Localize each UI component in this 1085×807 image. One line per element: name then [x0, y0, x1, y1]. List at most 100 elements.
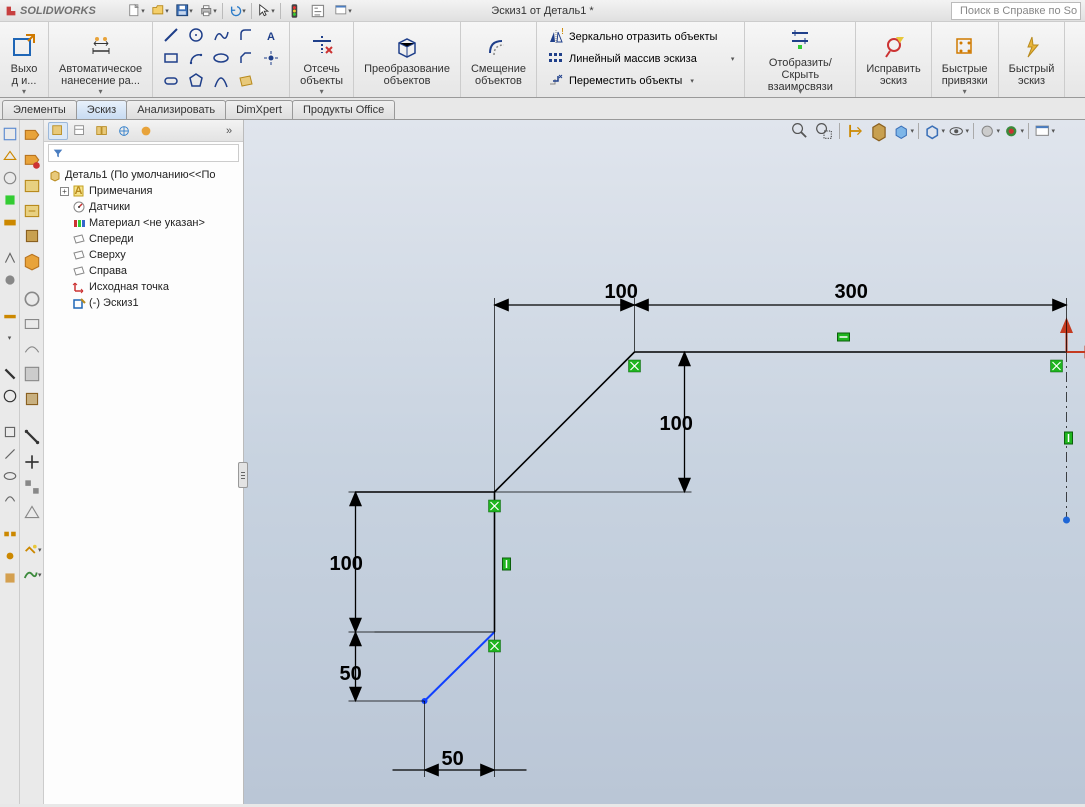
offset-entities-button[interactable]: Смещение объектов	[467, 24, 530, 95]
options-button[interactable]	[309, 2, 329, 20]
expand-icon[interactable]: +	[60, 187, 69, 196]
fm-tab-property[interactable]	[70, 122, 90, 140]
repair-sketch-button[interactable]: Исправить эскиз	[862, 24, 924, 95]
fm-tab-dimxpert[interactable]	[114, 122, 134, 140]
tab-features[interactable]: Элементы	[2, 100, 77, 119]
ellipse-tool[interactable]	[209, 47, 233, 69]
undo-button[interactable]: ▾	[227, 2, 247, 20]
tb1-btn-18[interactable]	[2, 570, 18, 586]
tree-root[interactable]: Деталь1 (По умолчанию<<По	[46, 167, 241, 183]
plane-tool[interactable]	[234, 70, 258, 92]
dim-50-horiz[interactable]: 50	[442, 748, 464, 770]
dim-100-left[interactable]: 100	[330, 553, 363, 575]
fm-tab-config[interactable]	[92, 122, 112, 140]
text-tool[interactable]: A	[259, 24, 283, 46]
tab-sketch[interactable]: Эскиз	[76, 100, 127, 119]
tab-office[interactable]: Продукты Office	[292, 100, 395, 119]
tb1-btn-10[interactable]	[2, 366, 18, 382]
tb2-btn-16[interactable]: ▾	[22, 540, 42, 560]
tb1-btn-13[interactable]	[2, 446, 18, 462]
tb1-btn-6[interactable]	[2, 250, 18, 266]
tb2-btn-9[interactable]	[22, 339, 42, 359]
tree-item-origin[interactable]: Исходная точка	[46, 279, 241, 295]
tree-item-material[interactable]: Материал <не указан>	[46, 215, 241, 231]
tb2-btn-5[interactable]	[22, 226, 42, 246]
fillet-tool[interactable]	[234, 24, 258, 46]
linear-pattern-button[interactable]: Линейный массив эскиза ▾	[545, 48, 736, 70]
rapid-sketch-button[interactable]: Быстрый эскиз	[1005, 24, 1059, 95]
tb2-btn-14[interactable]	[22, 477, 42, 497]
tree-item-top[interactable]: Сверху	[46, 247, 241, 263]
tab-dimxpert[interactable]: DimXpert	[225, 100, 293, 119]
rebuild-button[interactable]	[285, 2, 305, 20]
trim-entities-button[interactable]: Отсечь объекты	[296, 24, 347, 95]
tree-item-notes[interactable]: + A Примечания	[46, 183, 241, 199]
tb2-btn-12[interactable]	[22, 427, 42, 447]
tb1-btn-11[interactable]	[2, 388, 18, 404]
tb2-btn-2[interactable]	[22, 151, 42, 171]
tree-item-sensors[interactable]: Датчики	[46, 199, 241, 215]
tb2-btn-4[interactable]	[22, 201, 42, 221]
fm-tab-tree[interactable]	[48, 122, 68, 140]
slot-tool[interactable]	[159, 70, 183, 92]
fm-filter-input[interactable]	[48, 144, 239, 162]
convert-entities-button[interactable]: Преобразование объектов	[360, 24, 454, 95]
tb2-btn-13[interactable]	[22, 452, 42, 472]
tb2-btn-11[interactable]	[22, 389, 42, 409]
save-button[interactable]: ▾	[174, 2, 194, 20]
tb2-btn-3[interactable]	[22, 176, 42, 196]
tb2-btn-8[interactable]	[22, 314, 42, 334]
tb1-btn-12[interactable]	[2, 424, 18, 440]
window-button[interactable]: ▾	[333, 2, 353, 20]
tb1-btn-17[interactable]	[2, 548, 18, 564]
line-tool[interactable]	[159, 24, 183, 46]
dim-50-vert[interactable]: 50	[340, 663, 362, 685]
mirror-button[interactable]: ! Зеркально отразить объекты	[545, 26, 719, 48]
dim-100-right[interactable]: 100	[660, 413, 693, 435]
exit-sketch-button[interactable]: Выхо д и...	[6, 24, 42, 95]
tree-item-right[interactable]: Справа	[46, 263, 241, 279]
tb1-btn-3[interactable]	[2, 170, 18, 186]
parabola-tool[interactable]	[209, 70, 233, 92]
circle-tool[interactable]	[184, 24, 208, 46]
fm-tab-display[interactable]	[136, 122, 156, 140]
spline-tool[interactable]	[209, 24, 233, 46]
show-hide-relations-button[interactable]: Отобразить/Скрыть взаимосвязи	[751, 24, 849, 95]
fm-tab-expand[interactable]: »	[219, 122, 239, 140]
tb1-btn-9[interactable]: ▾	[2, 330, 18, 346]
select-button[interactable]: ▾	[256, 2, 276, 20]
tab-evaluate[interactable]: Анализировать	[126, 100, 226, 119]
tb2-btn-1[interactable]	[22, 126, 42, 146]
tree-item-front[interactable]: Спереди	[46, 231, 241, 247]
tb1-btn-14[interactable]	[2, 468, 18, 484]
tb2-btn-7[interactable]	[22, 289, 42, 309]
tb2-btn-10[interactable]	[22, 364, 42, 384]
tb1-btn-1[interactable]	[2, 126, 18, 142]
quick-snaps-button[interactable]: Быстрые привязки	[938, 24, 992, 95]
help-search-box[interactable]: ? Поиск в Справке по So	[951, 2, 1081, 20]
graphics-area[interactable]: ▾ ▾ ▾ ▾ ▾ ▾	[244, 120, 1085, 804]
dim-100-top[interactable]: 100	[605, 281, 638, 303]
tb1-btn-4[interactable]	[2, 192, 18, 208]
move-entities-button[interactable]: Переместить объекты ▾	[545, 70, 696, 92]
chamfer-tool[interactable]	[234, 47, 258, 69]
print-button[interactable]: ▾	[198, 2, 218, 20]
tb1-btn-16[interactable]	[2, 526, 18, 542]
tb2-btn-6[interactable]	[22, 251, 42, 271]
tb1-btn-8[interactable]	[2, 308, 18, 324]
tb1-btn-2[interactable]	[2, 148, 18, 164]
new-doc-button[interactable]: ▾	[126, 2, 146, 20]
tree-item-sketch1[interactable]: (-) Эскиз1	[46, 295, 241, 311]
arc-tool[interactable]	[184, 47, 208, 69]
auto-dimension-button[interactable]: ⟷ Автоматическое нанесение ра...	[55, 24, 146, 95]
open-doc-button[interactable]: ▾	[150, 2, 170, 20]
point-tool[interactable]	[259, 47, 283, 69]
rectangle-tool[interactable]	[159, 47, 183, 69]
tb1-btn-5[interactable]	[2, 214, 18, 230]
tb1-btn-7[interactable]	[2, 272, 18, 288]
dim-300[interactable]: 300	[835, 281, 868, 303]
polygon-tool[interactable]	[184, 70, 208, 92]
tb2-btn-17[interactable]: ▾	[22, 565, 42, 585]
tb1-btn-15[interactable]	[2, 490, 18, 506]
tb2-btn-15[interactable]	[22, 502, 42, 522]
